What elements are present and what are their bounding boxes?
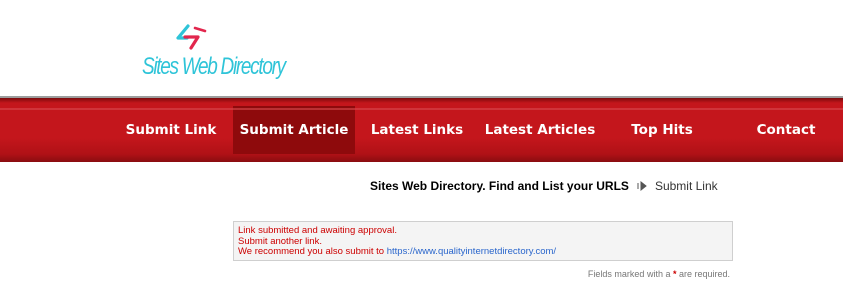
breadcrumb: Sites Web Directory. Find and List your …: [370, 179, 718, 195]
message-line-approval: Link submitted and awaiting approval.: [238, 225, 397, 236]
submission-message: Link submitted and awaiting approval. Su…: [233, 221, 733, 261]
main-nav: Submit Link Submit Article Latest Links …: [0, 96, 843, 162]
nav-submit-link[interactable]: Submit Link: [115, 106, 227, 154]
arrow-right-icon: [637, 180, 649, 195]
logo-swoosh-icon: [176, 24, 207, 50]
breadcrumb-current: Submit Link: [654, 179, 718, 193]
nav-submit-article[interactable]: Submit Article: [233, 106, 355, 154]
site-logo[interactable]: Sites Web Directory: [140, 24, 286, 94]
recommended-directory-link[interactable]: https://www.qualityinternetdirectory.com…: [387, 246, 556, 257]
breadcrumb-site[interactable]: Sites Web Directory. Find and List your …: [370, 179, 629, 193]
message-line-recommend: We recommend you also submit to https://…: [238, 246, 732, 258]
required-note-prefix: Fields marked with a: [587, 269, 673, 279]
required-note-suffix: are required.: [676, 269, 730, 279]
nav-latest-links[interactable]: Latest Links: [362, 106, 472, 154]
nav-top-hits[interactable]: Top Hits: [612, 106, 712, 154]
logo-text: Sites Web Directory: [142, 54, 286, 81]
nav-latest-articles[interactable]: Latest Articles: [478, 106, 602, 154]
required-fields-note: Fields marked with a * are required.: [588, 269, 730, 279]
message-recommend-text: We recommend you also submit to: [238, 246, 387, 257]
nav-contact[interactable]: Contact: [736, 106, 836, 154]
